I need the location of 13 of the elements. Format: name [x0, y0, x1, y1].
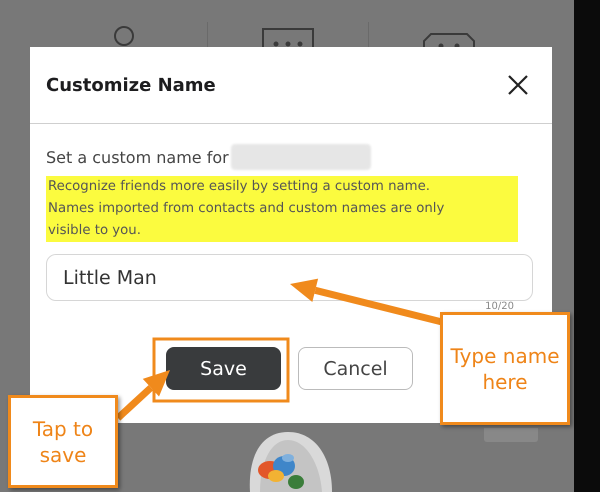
- callout-arrow: [116, 370, 170, 421]
- save-button[interactable]: Save: [166, 347, 281, 390]
- highlighted-note: Recognize friends more easily by setting a custom name. Names imported from contacts and custom names are only visible to you.: [46, 176, 518, 242]
- dialog-title: Customize Name: [46, 74, 216, 96]
- name-field[interactable]: Little Man: [46, 254, 533, 301]
- callout-box: Type name here: [440, 312, 570, 425]
- close-icon[interactable]: [506, 73, 530, 97]
- person-icon: [112, 26, 136, 48]
- character-counter: 10/20: [485, 302, 514, 312]
- cancel-button[interactable]: Cancel: [298, 347, 413, 390]
- callout-box: Tap to save: [8, 395, 118, 488]
- prompt-text: Set a custom name for: [46, 148, 229, 166]
- chat-icon: [262, 28, 314, 47]
